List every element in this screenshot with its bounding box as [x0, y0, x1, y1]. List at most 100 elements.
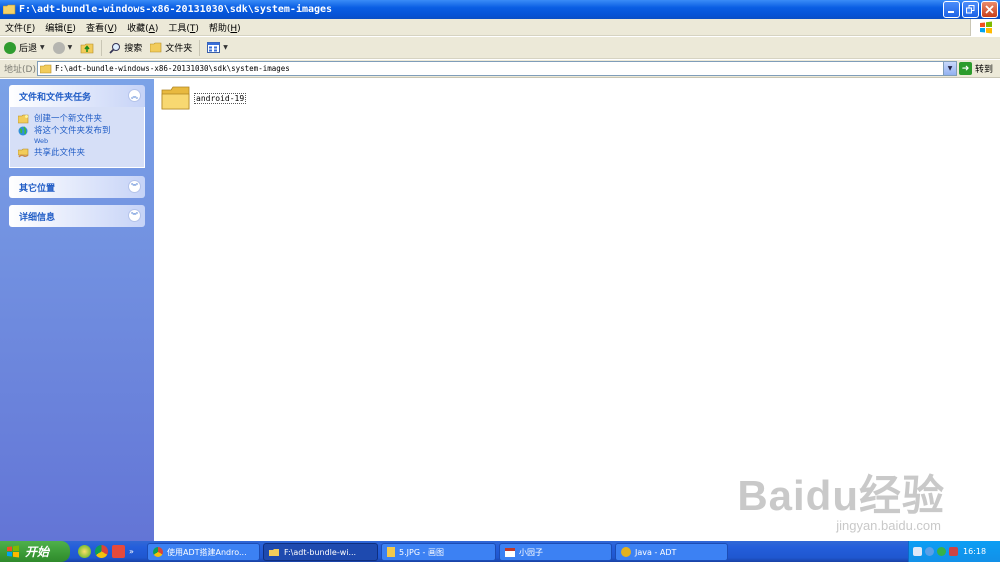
volume-icon[interactable] [949, 547, 958, 556]
toolbar: 后退 ▼ ▼ 搜索 文件夹 ▼ [0, 37, 1000, 59]
paint-icon [387, 547, 395, 557]
folder-icon [3, 4, 16, 15]
address-dropdown-button[interactable]: ▼ [943, 62, 956, 75]
app-window-icon [505, 547, 515, 557]
file-list[interactable]: android-19 Baidu经验 jingyan.baidu.com [154, 79, 1000, 541]
toolbar-separator [101, 39, 103, 56]
menu-file[interactable]: 文件(F) [0, 21, 40, 34]
task-pane: 文件和文件夹任务 ︽ 创建一个新文件夹 将这个文件夹发布到 Web 共享此文件夹… [0, 79, 154, 541]
tasks-panel: 文件和文件夹任务 ︽ 创建一个新文件夹 将这个文件夹发布到 Web 共享此文件夹 [9, 85, 145, 168]
go-arrow-icon: ➜ [959, 62, 972, 75]
views-button[interactable]: ▼ [203, 38, 232, 58]
address-label: 地址(D) [4, 65, 36, 75]
start-button[interactable]: 开始 [0, 541, 70, 562]
up-folder-button[interactable] [76, 38, 98, 58]
taskbar-button[interactable]: 使用ADT搭建Andro... [147, 543, 260, 561]
chevron-down-icon[interactable]: ▼ [223, 44, 228, 51]
menu-tools[interactable]: 工具(T) [163, 21, 204, 34]
task-share-folder[interactable]: 共享此文件夹 [18, 148, 136, 158]
folder-icon [269, 548, 279, 556]
tasks-panel-body: 创建一个新文件夹 将这个文件夹发布到 Web 共享此文件夹 [9, 107, 145, 168]
chrome-icon [153, 547, 163, 557]
keyboard-icon[interactable] [913, 547, 922, 556]
back-arrow-icon [4, 41, 16, 54]
clock[interactable]: 16:18 [963, 547, 986, 556]
address-input[interactable]: F:\adt-bundle-windows-x86-20131030\sdk\s… [37, 61, 957, 76]
close-icon [985, 5, 994, 14]
app-icon[interactable] [112, 545, 125, 558]
task-new-folder[interactable]: 创建一个新文件夹 [18, 114, 136, 124]
window-controls [943, 1, 998, 18]
system-tray: 16:18 [908, 541, 1000, 562]
go-label: 转到 [975, 65, 994, 75]
taskbar-button[interactable]: 5.JPG - 画图 [381, 543, 496, 561]
chrome-icon[interactable] [95, 545, 108, 558]
taskbar: 开始 » 使用ADT搭建Andro... F:\adt-bundle-wi...… [0, 541, 1000, 562]
security-icon[interactable] [937, 547, 946, 556]
other-places-title: 其它位置 [19, 183, 56, 194]
folder-icon [40, 64, 52, 73]
windows-logo-icon [7, 545, 19, 558]
task-publish-web-sub: Web [34, 137, 49, 145]
shared-folder-icon [18, 148, 29, 158]
tasks-panel-header[interactable]: 文件和文件夹任务 ︽ [9, 85, 145, 107]
chevron-down-icon[interactable]: ▼ [68, 44, 73, 51]
chevron-down-icon[interactable]: ▼ [40, 44, 45, 51]
menu-bar: 文件(F) 编辑(E) 查看(V) 收藏(A) 工具(T) 帮助(H) [0, 19, 1000, 36]
other-places-panel: 其它位置 ︾ [9, 176, 145, 198]
go-button[interactable]: ➜ 转到 [959, 61, 993, 76]
folder-icon [161, 86, 190, 110]
taskbar-button[interactable]: Java - ADT [615, 543, 728, 561]
address-bar: 地址(D) F:\adt-bundle-windows-x86-20131030… [0, 60, 1000, 78]
tasks-panel-title: 文件和文件夹任务 [19, 92, 92, 103]
close-button[interactable] [981, 1, 998, 18]
restore-button[interactable] [962, 1, 979, 18]
toolbar-separator [199, 39, 201, 56]
minimize-button[interactable] [943, 1, 960, 18]
up-folder-icon [80, 43, 94, 54]
menu-edit[interactable]: 编辑(E) [40, 21, 81, 34]
folders-icon [150, 42, 162, 53]
details-header[interactable]: 详细信息 ︾ [9, 205, 145, 227]
address-value[interactable]: F:\adt-bundle-windows-x86-20131030\sdk\s… [55, 64, 290, 73]
new-folder-icon [18, 114, 29, 124]
folders-label: 文件夹 [165, 44, 193, 54]
forward-button[interactable]: ▼ [49, 38, 77, 58]
restore-icon [966, 5, 975, 14]
chevron-down-icon[interactable]: ︾ [128, 180, 141, 193]
search-icon [109, 42, 121, 54]
watermark-main: Baidu经验 [737, 472, 945, 519]
start-label: 开始 [25, 545, 50, 559]
menu-favorites[interactable]: 收藏(A) [122, 21, 163, 34]
chevron-right-icon[interactable]: » [129, 547, 134, 556]
taskbar-button[interactable]: 小园子 [499, 543, 612, 561]
other-places-header[interactable]: 其它位置 ︾ [9, 176, 145, 198]
window-title: F:\adt-bundle-windows-x86-20131030\sdk\s… [19, 4, 333, 15]
forward-arrow-icon [52, 41, 65, 54]
title-bar: F:\adt-bundle-windows-x86-20131030\sdk\s… [0, 0, 1000, 19]
folder-name[interactable]: android-19 [194, 92, 247, 104]
eclipse-icon [621, 547, 631, 557]
globe-icon [18, 126, 28, 136]
menu-help[interactable]: 帮助(H) [204, 21, 246, 34]
network-icon[interactable] [925, 547, 934, 556]
back-button[interactable]: 后退 ▼ [0, 38, 49, 58]
quick-launch-icon[interactable] [78, 545, 91, 558]
quick-launch: » [78, 545, 148, 558]
search-label: 搜索 [124, 44, 143, 54]
watermark-sub: jingyan.baidu.com [836, 518, 941, 533]
views-icon [207, 42, 221, 53]
details-title: 详细信息 [19, 212, 56, 223]
chevron-down-icon[interactable]: ︾ [128, 209, 141, 222]
taskbar-button-active[interactable]: F:\adt-bundle-wi... [263, 543, 378, 561]
details-panel: 详细信息 ︾ [9, 205, 145, 227]
search-button[interactable]: 搜索 [105, 38, 146, 58]
task-publish-web[interactable]: 将这个文件夹发布到 Web [18, 126, 136, 146]
back-label: 后退 [19, 44, 38, 54]
minimize-icon [948, 11, 954, 13]
folders-button[interactable]: 文件夹 [146, 38, 196, 58]
folder-item[interactable]: android-19 [161, 85, 247, 111]
windows-logo-icon [970, 19, 1000, 36]
menu-view[interactable]: 查看(V) [81, 21, 122, 34]
chevron-up-icon[interactable]: ︽ [128, 89, 141, 102]
